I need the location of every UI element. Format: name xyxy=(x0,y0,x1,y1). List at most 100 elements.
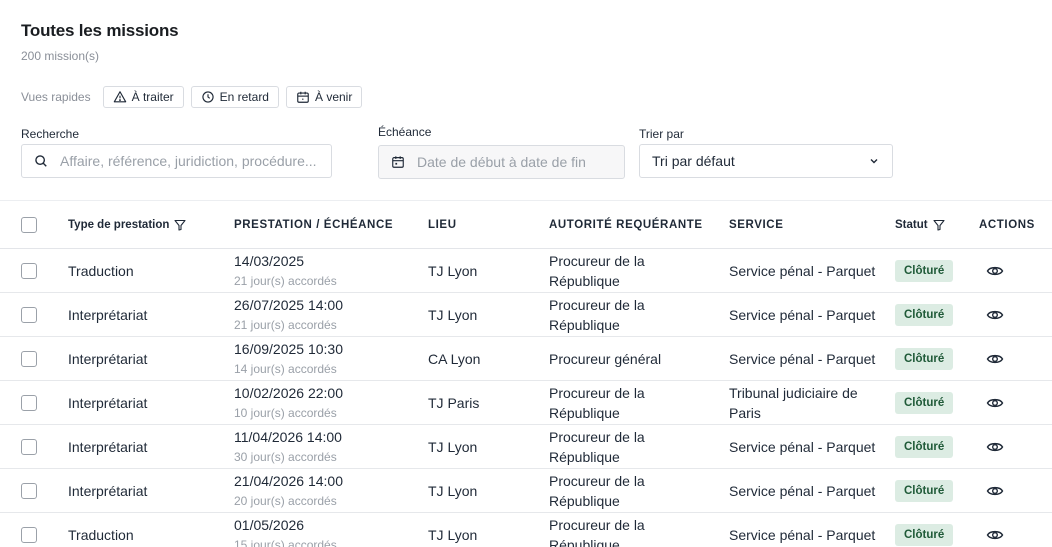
cell-text: République xyxy=(549,317,620,333)
table-row[interactable]: Interprétariat 16/09/2025 10:30 14 jour(… xyxy=(0,337,1052,381)
clock-alert-icon xyxy=(201,91,214,103)
cell-text: TJ Lyon xyxy=(428,439,478,455)
cell-lieu: CA Lyon xyxy=(428,337,480,381)
cell-type: Interprétariat xyxy=(68,337,147,381)
table-header: Type de prestation PRESTATION / ÉCHÉANCE… xyxy=(0,200,1052,249)
cell-text: Interprétariat xyxy=(68,483,148,499)
table-row[interactable]: Interprétariat 21/04/2026 14:00 20 jour(… xyxy=(0,469,1052,513)
date-label: Échéance xyxy=(378,125,432,139)
missions-table: Type de prestation PRESTATION / ÉCHÉANCE… xyxy=(0,200,1052,547)
cell-delay: 15 jour(s) accordés xyxy=(234,538,337,547)
cell-service: Service pénal - Parquet xyxy=(729,249,875,293)
calendar-icon xyxy=(297,91,309,103)
cell-delay: 21 jour(s) accordés xyxy=(234,318,337,332)
quick-view-a-traiter-button[interactable]: À traiter xyxy=(102,86,184,108)
eye-icon[interactable] xyxy=(986,351,1004,367)
date-range-input[interactable]: Date de début à date de fin xyxy=(378,145,625,179)
sort-select[interactable]: Tri par défaut xyxy=(639,144,893,178)
row-checkbox[interactable] xyxy=(21,307,37,323)
table-row[interactable]: Interprétariat 11/04/2026 14:00 30 jour(… xyxy=(0,425,1052,469)
cell-type: Interprétariat xyxy=(68,293,147,337)
cell-prestation: 14/03/2025 21 jour(s) accordés xyxy=(234,249,337,293)
page-title: Toutes les missions xyxy=(21,21,179,40)
quick-view-a-venir-button[interactable]: À venir xyxy=(285,86,363,108)
cell-date: 10/02/2026 22:00 xyxy=(234,385,343,401)
quick-view-en-retard-button[interactable]: En retard xyxy=(190,86,279,108)
status-badge: Clôturé xyxy=(895,260,954,282)
eye-icon[interactable] xyxy=(986,439,1004,455)
cell-text: Service pénal - Parquet xyxy=(729,439,876,455)
status-badge: Clôturé xyxy=(895,480,954,502)
search-label: Recherche xyxy=(21,127,80,141)
cell-delay: 30 jour(s) accordés xyxy=(234,450,337,464)
column-type-label: Type de prestation xyxy=(68,219,170,231)
cell-lieu: TJ Lyon xyxy=(428,513,477,547)
cell-text: TJ Lyon xyxy=(428,307,478,323)
row-checkbox[interactable] xyxy=(21,351,37,367)
cell-lieu: TJ Lyon xyxy=(428,425,477,469)
mission-count: 200 mission(s) xyxy=(21,49,100,63)
row-checkbox[interactable] xyxy=(21,439,37,455)
quick-view-label: À traiter xyxy=(131,90,174,104)
cell-text: Traduction xyxy=(68,527,134,543)
warning-triangle-icon xyxy=(113,91,126,103)
cell-text: Procureur général xyxy=(549,351,662,367)
column-type[interactable]: Type de prestation xyxy=(68,201,186,249)
column-statut[interactable]: Statut xyxy=(895,201,945,249)
cell-delay: 21 jour(s) accordés xyxy=(234,274,337,288)
eye-icon[interactable] xyxy=(986,263,1004,279)
select-all-checkbox[interactable] xyxy=(21,217,37,233)
filter-icon[interactable] xyxy=(174,219,186,231)
cell-date: 26/07/2025 14:00 xyxy=(234,297,343,313)
cell-text: Service pénal - Parquet xyxy=(729,527,876,543)
cell-service: Service pénal - Parquet xyxy=(729,293,875,337)
search-icon xyxy=(35,155,47,167)
column-actions: ACTIONS xyxy=(979,219,1035,231)
column-lieu: LIEU xyxy=(428,219,457,231)
column-prestation: PRESTATION / ÉCHÉANCE xyxy=(234,219,394,231)
column-autorite: AUTORITÉ REQUÉRANTE xyxy=(549,219,703,231)
cell-date: 11/04/2026 14:00 xyxy=(234,429,342,445)
eye-icon[interactable] xyxy=(986,527,1004,543)
row-checkbox[interactable] xyxy=(21,395,37,411)
cell-text: Traduction xyxy=(68,263,134,279)
cell-lieu: TJ Lyon xyxy=(428,293,477,337)
eye-icon[interactable] xyxy=(986,307,1004,323)
cell-type: Interprétariat xyxy=(68,469,147,513)
eye-icon[interactable] xyxy=(986,483,1004,499)
row-checkbox[interactable] xyxy=(21,483,37,499)
cell-prestation: 10/02/2026 22:00 10 jour(s) accordés xyxy=(234,381,343,425)
cell-type: Traduction xyxy=(68,513,134,547)
cell-prestation: 16/09/2025 10:30 14 jour(s) accordés xyxy=(234,337,343,381)
cell-text: République xyxy=(549,449,620,465)
cell-delay: 10 jour(s) accordés xyxy=(234,406,337,420)
cell-service: Service pénal - Parquet xyxy=(729,337,875,381)
date-placeholder: Date de début à date de fin xyxy=(417,154,586,170)
search-input[interactable]: Affaire, référence, juridiction, procédu… xyxy=(21,144,332,178)
cell-autorite: Procureur de la République xyxy=(549,293,645,337)
table-row[interactable]: Interprétariat 26/07/2025 14:00 21 jour(… xyxy=(0,293,1052,337)
table-row[interactable]: Interprétariat 10/02/2026 22:00 10 jour(… xyxy=(0,381,1052,425)
cell-text: Procureur de la xyxy=(549,473,645,489)
table-row[interactable]: Traduction 01/05/2026 15 jour(s) accordé… xyxy=(0,513,1052,547)
cell-text: TJ Paris xyxy=(428,395,480,411)
cell-text: TJ Lyon xyxy=(428,263,478,279)
cell-text: République xyxy=(549,405,620,421)
cell-text: Service pénal - Parquet xyxy=(729,483,876,499)
column-service: SERVICE xyxy=(729,219,784,231)
cell-type: Interprétariat xyxy=(68,381,147,425)
status-badge: Clôturé xyxy=(895,524,954,546)
cell-date: 14/03/2025 xyxy=(234,253,305,269)
column-statut-label: Statut xyxy=(895,219,928,231)
cell-date: 01/05/2026 xyxy=(234,517,305,533)
row-checkbox[interactable] xyxy=(21,263,37,279)
filter-icon[interactable] xyxy=(933,219,945,231)
eye-icon[interactable] xyxy=(986,395,1004,411)
cell-lieu: TJ Lyon xyxy=(428,469,477,513)
table-row[interactable]: Traduction 14/03/2025 21 jour(s) accordé… xyxy=(0,249,1052,293)
cell-service: Service pénal - Parquet xyxy=(729,469,875,513)
cell-text: Interprétariat xyxy=(68,439,148,455)
row-checkbox[interactable] xyxy=(21,527,37,543)
chevron-down-icon xyxy=(870,159,878,164)
cell-text: Service pénal - Parquet xyxy=(729,263,876,279)
